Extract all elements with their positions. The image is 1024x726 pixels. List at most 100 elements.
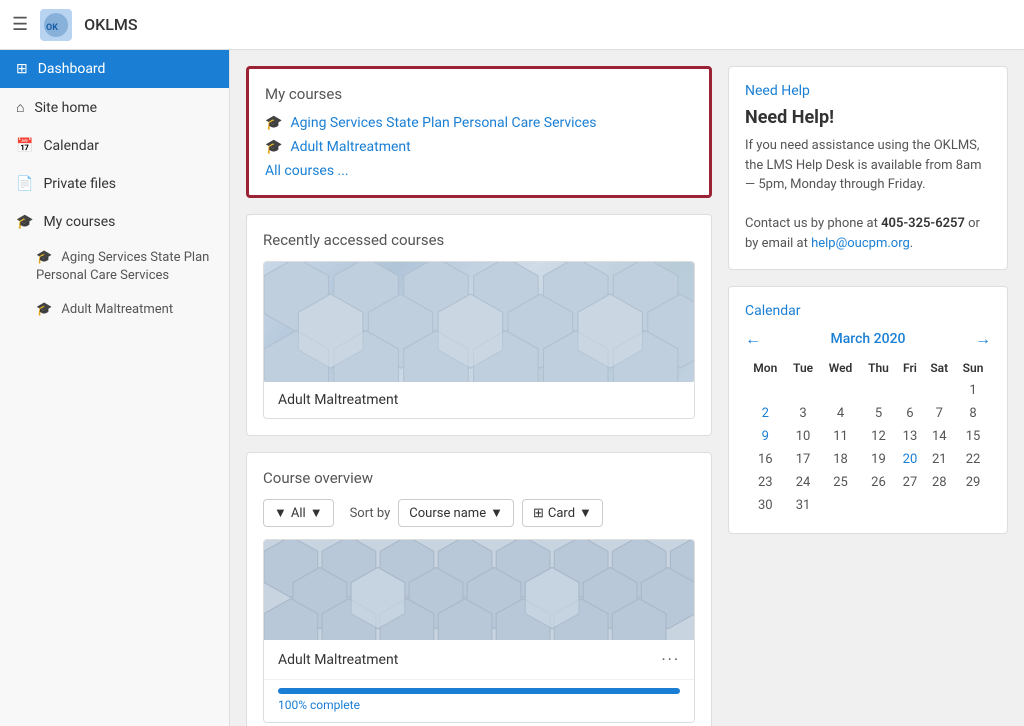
my-courses-title: My courses <box>265 85 693 103</box>
filter-label: All <box>291 506 306 521</box>
cal-day: 19 <box>861 448 897 471</box>
cal-day <box>896 494 923 517</box>
cal-day: 25 <box>821 471 861 494</box>
my-courses-card: My courses 🎓 Aging Services State Plan P… <box>246 66 712 198</box>
cal-day: 12 <box>861 425 897 448</box>
cal-day: 14 <box>923 425 955 448</box>
sub-course-icon-2: 🎓 <box>36 302 52 317</box>
cal-header-wed: Wed <box>821 357 861 379</box>
cal-day[interactable]: 9 <box>745 425 786 448</box>
sidebar-item-label: My courses <box>43 214 115 230</box>
need-help-section-title: Need Help <box>745 83 991 99</box>
sidebar-item-label: Calendar <box>43 138 99 154</box>
cal-header-sun: Sun <box>955 357 991 379</box>
calendar-icon: 📅 <box>16 138 33 154</box>
topbar: ☰ OK OKLMS <box>0 0 1024 50</box>
cal-day <box>821 379 861 402</box>
sort-by-label: Sort by <box>350 506 391 521</box>
course-menu-dots[interactable]: ··· <box>661 650 680 669</box>
cal-header-tue: Tue <box>786 357 821 379</box>
all-courses-link[interactable]: All courses ... <box>265 163 349 179</box>
course-link-aging[interactable]: 🎓 Aging Services State Plan Personal Car… <box>265 115 693 131</box>
sidebar-item-private-files[interactable]: 📄 Private files <box>0 165 229 203</box>
cal-day: 22 <box>955 448 991 471</box>
recently-accessed-title: Recently accessed courses <box>263 231 695 249</box>
overview-course-thumbnail <box>264 540 694 640</box>
cal-day: 28 <box>923 471 955 494</box>
cal-week-row: 23242526272829 <box>745 471 991 494</box>
course-thumbnail <box>264 262 694 382</box>
file-icon: 📄 <box>16 176 33 192</box>
main-right: Need Help Need Help! If you need assista… <box>728 66 1008 710</box>
sidebar-sub-aging[interactable]: 🎓 Aging Services State Plan Personal Car… <box>0 241 229 293</box>
dashboard-icon: ⊞ <box>16 61 28 77</box>
cal-day[interactable]: 2 <box>745 402 786 425</box>
sort-select[interactable]: Course name ▼ <box>398 499 514 527</box>
calendar-section-title: Calendar <box>745 303 991 319</box>
calendar-card: Calendar ← March 2020 → MonTueWedThuFriS… <box>728 286 1008 534</box>
cal-day: 10 <box>786 425 821 448</box>
filter-icon: ▼ <box>274 505 287 521</box>
cal-day: 8 <box>955 402 991 425</box>
cal-day: 13 <box>896 425 923 448</box>
filter-arrow: ▼ <box>310 505 323 521</box>
cal-day: 18 <box>821 448 861 471</box>
menu-icon[interactable]: ☰ <box>12 14 28 35</box>
main-left: My courses 🎓 Aging Services State Plan P… <box>246 66 712 710</box>
cal-next-button[interactable]: → <box>975 329 991 349</box>
overview-course-name: Adult Maltreatment <box>278 652 398 668</box>
course-link-adult[interactable]: 🎓 Adult Maltreatment <box>265 139 693 155</box>
need-help-card: Need Help Need Help! If you need assista… <box>728 66 1008 270</box>
cal-day: 23 <box>745 471 786 494</box>
sub-course-icon: 🎓 <box>36 250 52 265</box>
cal-day[interactable]: 20 <box>896 448 923 471</box>
recently-accessed-card: Recently accessed courses <box>246 214 712 436</box>
cal-header-thu: Thu <box>861 357 897 379</box>
cal-day: 3 <box>786 402 821 425</box>
cal-day: 30 <box>745 494 786 517</box>
sidebar-item-label: Site home <box>34 100 97 116</box>
filter-all-button[interactable]: ▼ All ▼ <box>263 499 334 527</box>
recently-accessed-course: Adult Maltreatment <box>263 261 695 419</box>
cal-day: 17 <box>786 448 821 471</box>
sidebar-sub-adult[interactable]: 🎓 Adult Maltreatment <box>0 293 229 327</box>
need-help-heading: Need Help! <box>745 107 991 128</box>
overview-card-body: Adult Maltreatment ··· <box>264 640 694 679</box>
cal-day: 31 <box>786 494 821 517</box>
progress-bar-fill <box>278 688 680 694</box>
help-body-1: If you need assistance using the OKLMS, … <box>745 138 982 192</box>
cal-day: 7 <box>923 402 955 425</box>
cal-day: 1 <box>955 379 991 402</box>
cal-day: 29 <box>955 471 991 494</box>
cal-day <box>896 379 923 402</box>
need-help-body: If you need assistance using the OKLMS, … <box>745 136 991 253</box>
sidebar-item-site-home[interactable]: ⌂ Site home <box>0 88 229 127</box>
cal-day <box>861 379 897 402</box>
cal-week-row: 2345678 <box>745 402 991 425</box>
cal-prev-button[interactable]: ← <box>745 329 761 349</box>
main-content: My courses 🎓 Aging Services State Plan P… <box>230 50 1024 726</box>
cal-day: 26 <box>861 471 897 494</box>
help-phone[interactable]: 405-325-6257 <box>881 216 965 231</box>
cal-day: 15 <box>955 425 991 448</box>
cal-week-row: 3031 <box>745 494 991 517</box>
svg-text:OK: OK <box>46 23 58 33</box>
sidebar-item-dashboard[interactable]: ⊞ Dashboard <box>0 50 229 88</box>
view-select[interactable]: ⊞ Card ▼ <box>522 499 603 527</box>
cal-day: 4 <box>821 402 861 425</box>
cal-day <box>745 379 786 402</box>
cal-day <box>861 494 897 517</box>
sidebar-item-my-courses[interactable]: 🎓 My courses <box>0 203 229 241</box>
course-link-icon: 🎓 <box>265 115 282 131</box>
cal-day: 6 <box>896 402 923 425</box>
overview-course-card: Adult Maltreatment ··· 100% complete <box>263 539 695 723</box>
help-email[interactable]: help@oucpm.org <box>811 236 910 251</box>
cal-header-mon: Mon <box>745 357 786 379</box>
cal-day: 24 <box>786 471 821 494</box>
sidebar-item-calendar[interactable]: 📅 Calendar <box>0 127 229 165</box>
cal-day <box>821 494 861 517</box>
calendar-grid: MonTueWedThuFriSatSun 123456789101112131… <box>745 357 991 517</box>
cal-day <box>786 379 821 402</box>
sidebar-item-label: Dashboard <box>38 61 106 77</box>
topbar-title: OKLMS <box>84 15 137 34</box>
